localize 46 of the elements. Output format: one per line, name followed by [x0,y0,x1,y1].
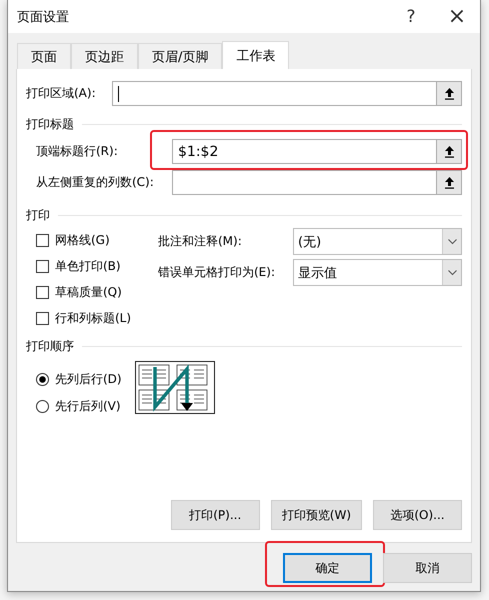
dialog-button[interactable]: 打印预览(W) [270,500,362,530]
chevron-down-icon [448,270,456,276]
input-field[interactable]: $1:$2 [172,139,437,164]
dialog-button[interactable]: 取消 [383,553,472,583]
input-field[interactable] [112,81,437,106]
checkbox[interactable] [36,260,49,272]
tab[interactable]: 页边距 [71,43,138,69]
collapse-button[interactable] [437,139,462,164]
window-title: 页面设置 [17,8,70,26]
chevron-down-icon [448,238,456,244]
dropdown-label: 错误单元格打印为(E): [158,264,276,281]
tab[interactable]: 页面 [17,43,71,69]
checkbox[interactable] [36,286,49,298]
dropdown[interactable]: 显示值 [293,259,462,286]
checkbox-option[interactable]: 草稿质量(Q) [36,282,146,302]
checkbox[interactable] [36,312,49,324]
section-heading: 打印 [26,207,50,224]
section-heading: 打印标题 [26,116,74,133]
field-label: 顶端标题行(R): [36,143,119,160]
tab[interactable]: 页眉/页脚 [138,43,222,69]
page-order-icon [134,361,215,414]
dialog-button[interactable]: 选项(O)... [373,500,462,530]
dialog-button[interactable]: 确定 [283,553,372,583]
checkbox-option[interactable]: 行和列标题(L) [36,308,146,328]
checkbox[interactable] [36,234,49,246]
checkbox-option[interactable]: 单色打印(B) [36,256,146,276]
dropdown-label: 批注和注释(M): [158,233,243,250]
arrow-up-icon [444,87,454,100]
dialog-button[interactable]: 打印(P)... [170,500,260,530]
input-field[interactable] [172,170,437,195]
tab[interactable]: 工作表 [222,41,290,69]
radio-button[interactable] [36,400,49,412]
radio-button[interactable] [36,372,49,386]
help-button[interactable]: ? [388,0,434,33]
checkbox-option[interactable]: 网格线(G) [36,230,146,250]
arrow-up-icon [444,145,454,158]
field-label: 从左侧重复的列数(C): [36,174,155,191]
radio-option[interactable]: 先行后列(V) [36,396,122,416]
radio-option[interactable]: 先列后行(D) [36,369,122,389]
collapse-button[interactable] [437,81,462,106]
collapse-button[interactable] [437,170,462,195]
arrow-up-icon [444,176,454,189]
close-button[interactable]: × [434,0,480,33]
section-heading: 打印顺序 [26,338,74,355]
dropdown[interactable]: (无) [293,228,462,255]
field-label: 打印区域(A): [26,85,97,102]
